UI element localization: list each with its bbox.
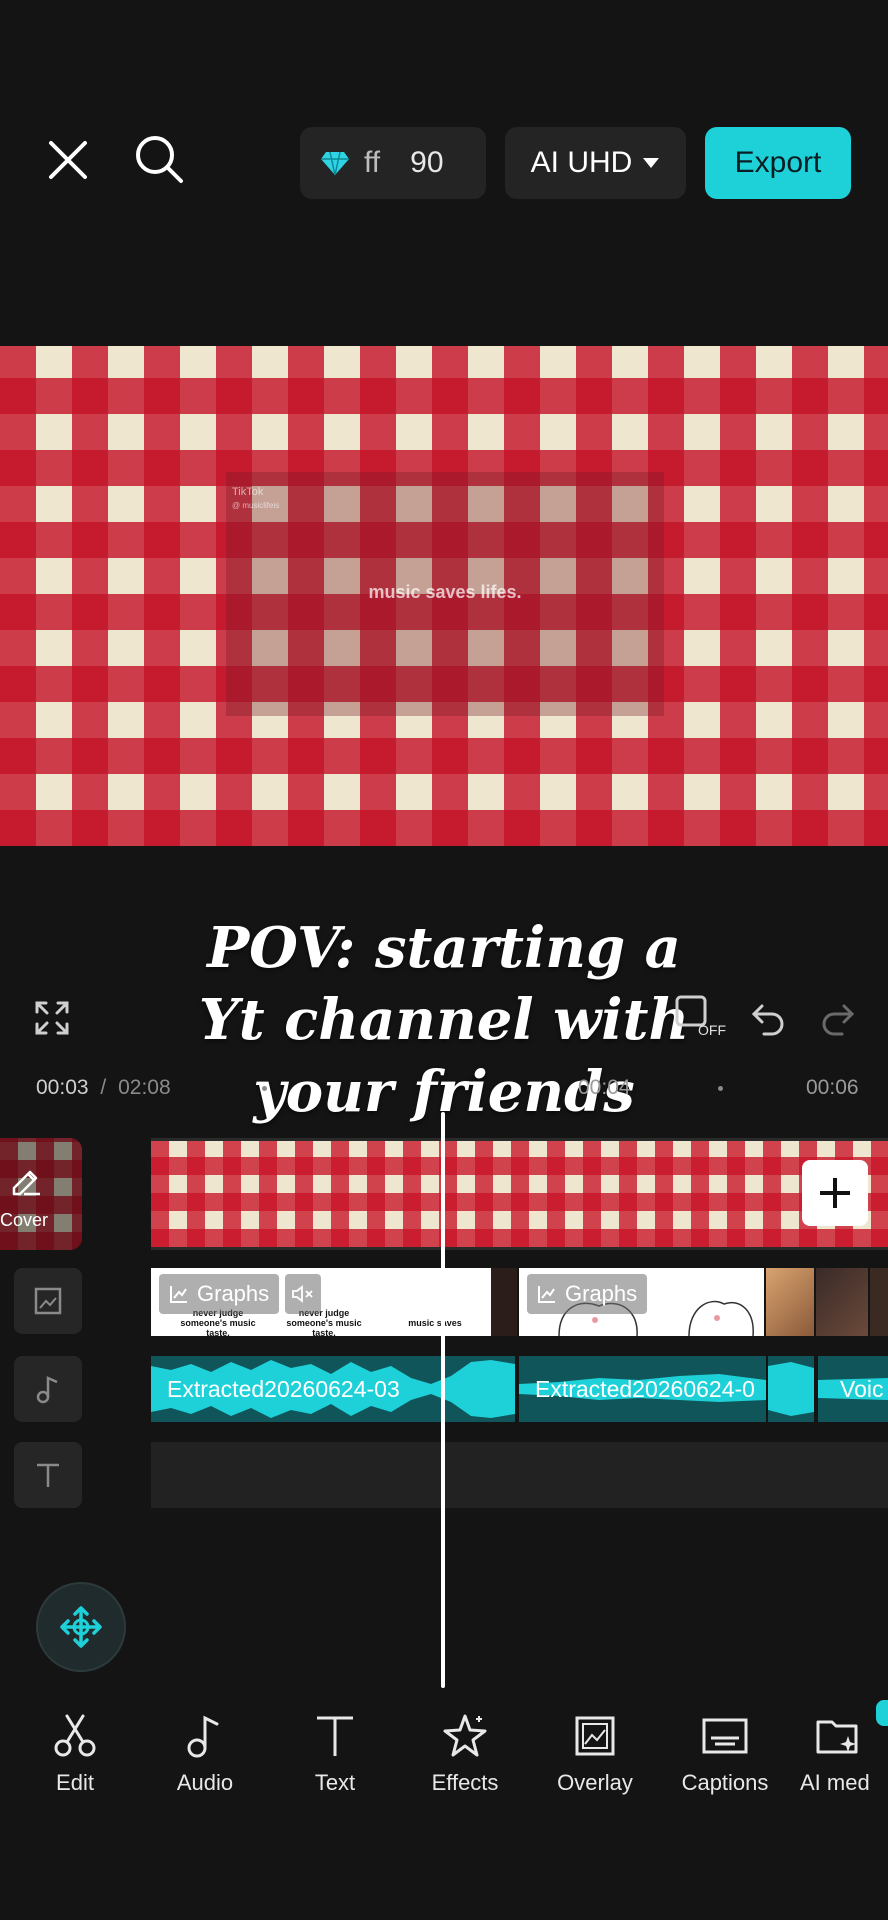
cover-label: Cover bbox=[0, 1210, 49, 1230]
tool-captions-label: Captions bbox=[681, 1770, 769, 1795]
audio-track-button[interactable] bbox=[14, 1356, 82, 1422]
caption-overlay[interactable]: POV: starting a Yt channel with your fri… bbox=[168, 912, 720, 1128]
overlay-clip-label-1: Graphs bbox=[159, 1274, 280, 1314]
tool-text[interactable]: Text bbox=[270, 1712, 400, 1796]
ai-media-icon bbox=[816, 1720, 858, 1754]
chevron-down-icon bbox=[643, 158, 660, 168]
overlay-track-button[interactable] bbox=[14, 1268, 82, 1334]
keyframe-button[interactable]: OFF bbox=[674, 994, 730, 1040]
preview-inner-text: music saves lifes. bbox=[368, 582, 522, 602]
time-readout: 00:03 / 02:08 bbox=[36, 1076, 171, 1100]
audio-clip-2[interactable]: Extracted20260624-0 bbox=[519, 1356, 766, 1422]
watermark-brand: TikTok bbox=[232, 486, 264, 498]
overlay-clip-dark[interactable] bbox=[491, 1268, 517, 1336]
captions-icon bbox=[702, 1718, 748, 1754]
keyframe-off-label: OFF bbox=[698, 1022, 726, 1038]
tool-edit[interactable]: Edit bbox=[10, 1712, 140, 1796]
redo-button[interactable] bbox=[816, 996, 860, 1040]
fullscreen-icon bbox=[35, 1001, 69, 1035]
ruler-dot bbox=[718, 1086, 723, 1091]
export-button[interactable]: Export bbox=[705, 127, 851, 199]
music-note-icon bbox=[36, 1376, 58, 1404]
pro-credits-pill[interactable]: ff 90 bbox=[300, 127, 486, 199]
close-icon bbox=[49, 141, 87, 179]
ruler-tick-2: 00:06 bbox=[806, 1076, 859, 1099]
ruler-dot bbox=[262, 1086, 267, 1091]
new-badge-dot bbox=[876, 1700, 888, 1726]
tool-overlay-label: Overlay bbox=[557, 1770, 633, 1795]
overlay-clip-name-2: Graphs bbox=[565, 1281, 638, 1306]
current-time: 00:03 bbox=[36, 1076, 89, 1099]
ruler-tick-1: 00:04 bbox=[578, 1076, 631, 1099]
search-button[interactable] bbox=[126, 126, 192, 192]
audio-clip-label-3: Voic bbox=[840, 1376, 884, 1402]
tool-overlay[interactable]: Overlay bbox=[530, 1712, 660, 1796]
chart-icon bbox=[538, 1286, 555, 1303]
quality-label: AI UHD bbox=[530, 146, 633, 179]
effects-star-icon bbox=[443, 1714, 487, 1757]
thumb-text-3: music saves bbox=[408, 1318, 462, 1328]
scissors-icon bbox=[54, 1714, 96, 1757]
chart-icon bbox=[170, 1286, 187, 1303]
audio-clip-4[interactable]: Voic bbox=[818, 1356, 888, 1422]
tool-audio[interactable]: Audio bbox=[140, 1712, 270, 1796]
overlay-clip-5[interactable] bbox=[870, 1268, 888, 1336]
preview-inner-frame: TikTok @ musiclifeis music saves lifes. bbox=[226, 472, 664, 716]
music-note-icon bbox=[187, 1715, 219, 1758]
overlay-track-icon bbox=[34, 1287, 62, 1315]
floating-move-button[interactable] bbox=[36, 1582, 126, 1672]
tool-ai-media[interactable]: AI med bbox=[790, 1712, 888, 1796]
plus-icon bbox=[820, 1178, 850, 1208]
tool-audio-label: Audio bbox=[176, 1770, 234, 1795]
overlay-clip-2[interactable]: Graphs bbox=[519, 1268, 764, 1336]
text-icon bbox=[37, 1463, 59, 1487]
redo-icon bbox=[822, 1004, 855, 1036]
undo-icon bbox=[751, 1004, 784, 1036]
pro-count: 90 bbox=[410, 146, 444, 179]
search-icon bbox=[136, 136, 183, 183]
mute-icon bbox=[292, 1285, 313, 1303]
playhead[interactable] bbox=[441, 1112, 445, 1688]
quality-selector[interactable]: AI UHD bbox=[505, 127, 686, 199]
pro-label: ff bbox=[364, 146, 381, 179]
audio-clip-label-1: Extracted20260624-03 bbox=[167, 1376, 400, 1402]
tool-edit-label: Edit bbox=[56, 1770, 94, 1795]
move-arrows-icon bbox=[60, 1606, 102, 1648]
overlay-clip-1[interactable]: never judge someone's music taste. never… bbox=[151, 1268, 491, 1336]
tool-text-label: Text bbox=[314, 1770, 356, 1795]
tool-effects[interactable]: Effects bbox=[400, 1712, 530, 1796]
tool-effects-label: Effects bbox=[431, 1770, 499, 1795]
close-button[interactable] bbox=[36, 128, 100, 192]
diamond-icon bbox=[321, 151, 349, 176]
waveform bbox=[768, 1362, 814, 1416]
text-icon bbox=[317, 1716, 353, 1756]
time-separator: / bbox=[100, 1076, 107, 1099]
audio-clip-label-2: Extracted20260624-0 bbox=[535, 1376, 755, 1402]
tiktok-watermark: TikTok @ musiclifeis bbox=[232, 486, 279, 512]
video-preview[interactable]: TikTok @ musiclifeis music saves lifes. bbox=[0, 346, 888, 846]
overlay-clip-name-1: Graphs bbox=[197, 1281, 270, 1306]
add-clip-button[interactable] bbox=[802, 1160, 868, 1226]
muted-badge[interactable] bbox=[285, 1274, 321, 1314]
text-track-button[interactable] bbox=[14, 1442, 82, 1508]
tool-ai-media-label: AI med bbox=[800, 1770, 870, 1795]
total-time: 02:08 bbox=[118, 1076, 171, 1099]
audio-clip-1[interactable]: Extracted20260624-03 bbox=[151, 1356, 515, 1422]
fullscreen-button[interactable] bbox=[30, 996, 74, 1040]
watermark-handle: @ musiclifeis bbox=[232, 501, 280, 510]
undo-button[interactable] bbox=[746, 996, 790, 1040]
overlay-clip-label-2: Graphs bbox=[527, 1274, 648, 1314]
overlay-clip-4[interactable] bbox=[816, 1268, 868, 1336]
tool-captions[interactable]: Captions bbox=[660, 1712, 790, 1796]
audio-clip-3[interactable] bbox=[768, 1356, 814, 1422]
bottom-toolbar: Edit Audio Text Effects Overlay Captions… bbox=[0, 1712, 888, 1842]
pencil-icon bbox=[12, 1170, 40, 1196]
main-video-clip[interactable] bbox=[151, 1138, 888, 1250]
overlay-clip-3[interactable] bbox=[766, 1268, 814, 1336]
cover-button[interactable]: Cover bbox=[0, 1138, 82, 1250]
text-track-lane[interactable] bbox=[151, 1442, 888, 1508]
overlay-icon bbox=[575, 1716, 615, 1756]
